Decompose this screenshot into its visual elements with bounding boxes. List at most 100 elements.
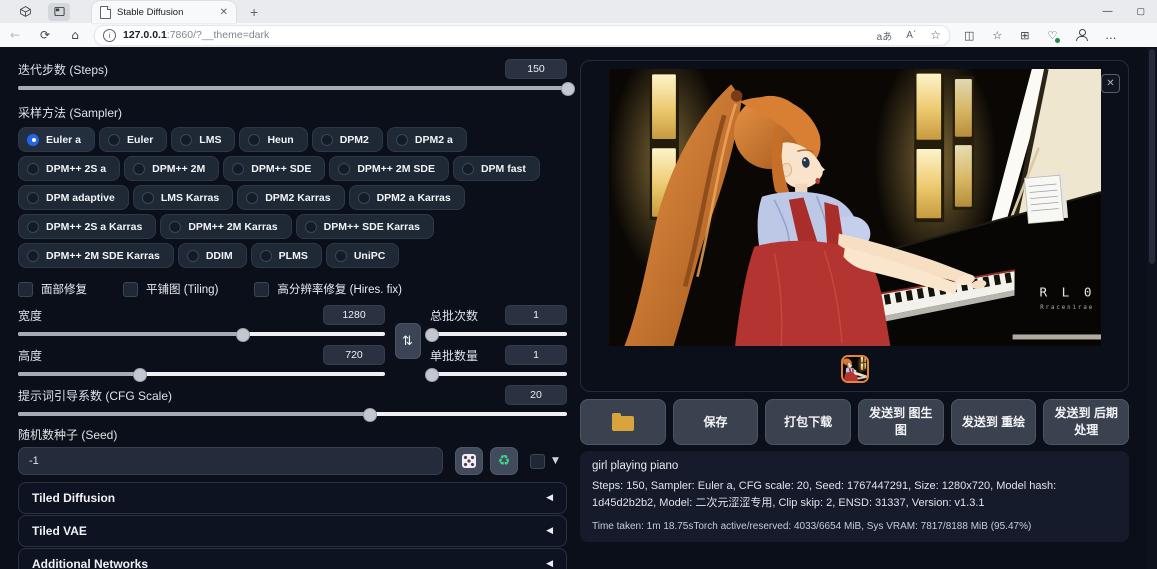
batch-size-label: 单批数量 xyxy=(430,348,479,363)
home-icon[interactable]: ⌂ xyxy=(60,28,90,42)
reuse-seed-button[interactable]: ♻ xyxy=(490,447,518,475)
browser-tab[interactable]: Stable Diffusion ✕ xyxy=(92,1,236,23)
sampler-option-dpm-fast[interactable]: DPM fast xyxy=(452,156,540,181)
minimize-button[interactable]: — xyxy=(1102,0,1112,23)
face-restore-checkbox[interactable]: 面部修复 xyxy=(18,281,87,297)
sampler-option-dpm-2m-sde-karras[interactable]: DPM++ 2M SDE Karras xyxy=(18,243,174,268)
sampler-option-dpm2-a-karras[interactable]: DPM2 a Karras xyxy=(348,185,465,210)
sampler-option-label: DPM adaptive xyxy=(46,191,115,204)
seed-extra-caret-icon[interactable]: ▼ xyxy=(552,456,559,466)
height-slider[interactable] xyxy=(18,368,385,382)
batch-count-input[interactable]: 1 xyxy=(505,305,567,325)
extra-seed-checkbox[interactable] xyxy=(530,453,545,469)
width-slider[interactable] xyxy=(18,328,385,342)
favorite-star-icon[interactable]: ☆ xyxy=(930,28,941,42)
cfg-slider[interactable] xyxy=(18,408,567,422)
sampler-option-dpm2-a[interactable]: DPM2 a xyxy=(386,127,467,152)
radio-icon xyxy=(232,162,245,175)
cfg-input[interactable]: 20 xyxy=(505,385,567,405)
sampler-option-dpm2[interactable]: DPM2 xyxy=(311,127,383,152)
sampler-option-dpm-2s-a[interactable]: DPM++ 2S a xyxy=(18,156,121,181)
dice-icon xyxy=(462,454,476,468)
send-to-inpaint-button[interactable]: 发送到 重绘 xyxy=(950,399,1037,445)
accordion-additional-networks[interactable]: Additional Networks ◀ xyxy=(18,548,567,569)
sampler-option-lms-karras[interactable]: LMS Karras xyxy=(132,185,234,210)
save-button[interactable]: 保存 xyxy=(672,399,759,445)
maximize-button[interactable]: ▢ xyxy=(1136,0,1145,23)
read-aloud-icon[interactable]: Aˊ xyxy=(906,30,916,41)
split-screen-icon[interactable]: ◫ xyxy=(964,29,974,42)
option-checkboxes: 面部修复 平铺图 (Tiling) 高分辨率修复 (Hires. fix) xyxy=(18,281,567,297)
sampler-option-dpm-sde-karras[interactable]: DPM++ SDE Karras xyxy=(295,214,434,239)
tab-title: Stable Diffusion xyxy=(117,6,184,18)
batch-count-slider[interactable] xyxy=(425,328,567,342)
sampler-option-label: DPM++ 2M Karras xyxy=(188,220,278,233)
tab-actions-icon[interactable] xyxy=(48,2,70,21)
swap-dimensions-button[interactable]: ⇅ xyxy=(394,323,421,359)
sampler-option-unipc[interactable]: UniPC xyxy=(325,243,400,268)
settings-menu-icon[interactable]: … xyxy=(1105,29,1116,42)
sampler-option-dpm-sde[interactable]: DPM++ SDE xyxy=(223,156,326,181)
sampler-option-lms[interactable]: LMS xyxy=(171,127,236,152)
generation-params: Steps: 150, Sampler: Euler a, CFG scale:… xyxy=(592,479,1057,509)
sampler-option-dpm-2m[interactable]: DPM++ 2M xyxy=(124,156,220,181)
refresh-icon[interactable]: ⟳ xyxy=(30,28,60,42)
radio-icon xyxy=(108,133,121,146)
sampler-option-dpm-2s-a-karras[interactable]: DPM++ 2S a Karras xyxy=(18,214,157,239)
radio-icon xyxy=(27,249,39,262)
sampler-option-ddim[interactable]: DDIM xyxy=(177,243,247,268)
radio-icon xyxy=(27,220,39,233)
gallery-close-icon[interactable]: ✕ xyxy=(1101,74,1120,93)
sampler-option-plms[interactable]: PLMS xyxy=(250,243,322,268)
send-to-img2img-button[interactable]: 发送到 图生图 xyxy=(858,399,944,445)
sampler-option-dpm-2m-sde[interactable]: DPM++ 2M SDE xyxy=(329,156,449,181)
accordion-tiled-vae[interactable]: Tiled VAE ◀ xyxy=(18,515,567,547)
sampler-option-euler-a[interactable]: Euler a xyxy=(18,127,96,152)
sampler-option-label: DPM++ 2M SDE xyxy=(357,162,435,175)
radio-selected-icon xyxy=(27,133,39,146)
generated-image[interactable] xyxy=(609,69,1101,346)
tab-close-icon[interactable]: ✕ xyxy=(220,7,228,18)
sampler-option-label: DPM++ SDE Karras xyxy=(323,220,420,233)
profile-icon[interactable] xyxy=(1075,29,1089,41)
workspaces-icon[interactable] xyxy=(14,3,36,21)
batch-size-input[interactable]: 1 xyxy=(505,345,567,365)
sampler-option-heun[interactable]: Heun xyxy=(239,127,308,152)
accordion-tiled-diffusion[interactable]: Tiled Diffusion ◀ xyxy=(18,482,567,514)
height-input[interactable]: 720 xyxy=(323,345,385,365)
sampler-option-label: DPM++ 2S a Karras xyxy=(46,220,143,233)
browser-essentials-icon[interactable]: ♡ xyxy=(1048,29,1061,43)
translate-icon[interactable]: aあ xyxy=(877,28,893,43)
steps-slider[interactable] xyxy=(18,82,575,96)
tiling-checkbox[interactable]: 平铺图 (Tiling) xyxy=(123,281,218,297)
page-scrollbar[interactable] xyxy=(1147,47,1157,569)
image-thumbnail[interactable] xyxy=(840,354,869,383)
seed-input[interactable]: -1 xyxy=(18,447,443,475)
new-tab-button[interactable]: + xyxy=(250,4,258,20)
batch-count-block: 总批次数 1 xyxy=(425,305,567,342)
radio-icon xyxy=(338,162,351,175)
collections-icon[interactable]: ⊞ xyxy=(1020,29,1029,42)
checkbox-label: 平铺图 (Tiling) xyxy=(146,284,219,296)
send-to-extras-button[interactable]: 发送到 后期处理 xyxy=(1043,399,1130,445)
address-bar[interactable]: i 127.0.0.1:7860/?__theme=dark aあ Aˊ ☆ xyxy=(94,24,950,46)
batch-size-slider[interactable] xyxy=(425,368,567,382)
favorites-bar-icon[interactable]: ☆ xyxy=(992,29,1002,42)
steps-input[interactable]: 150 xyxy=(505,59,567,79)
hires-fix-checkbox[interactable]: 高分辨率修复 (Hires. fix) xyxy=(254,281,402,297)
sampler-option-dpm2-karras[interactable]: DPM2 Karras xyxy=(237,185,345,210)
sampler-option-euler[interactable]: Euler xyxy=(99,127,168,152)
button-label: 发送到 图生图 xyxy=(869,406,933,437)
cfg-label: 提示词引导系数 (CFG Scale) xyxy=(18,388,173,403)
back-icon[interactable]: ← xyxy=(0,28,30,42)
sampler-option-label: Heun xyxy=(267,133,294,146)
site-info-icon[interactable]: i xyxy=(103,28,116,42)
zip-download-button[interactable]: 打包下载 xyxy=(765,399,852,445)
sampler-option-label: PLMS xyxy=(278,249,308,262)
random-seed-button[interactable] xyxy=(455,447,483,475)
open-folder-button[interactable] xyxy=(580,399,666,445)
radio-icon xyxy=(461,162,474,175)
width-input[interactable]: 1280 xyxy=(323,305,385,325)
sampler-option-dpm-adaptive[interactable]: DPM adaptive xyxy=(18,185,129,210)
sampler-option-dpm-2m-karras[interactable]: DPM++ 2M Karras xyxy=(160,214,292,239)
